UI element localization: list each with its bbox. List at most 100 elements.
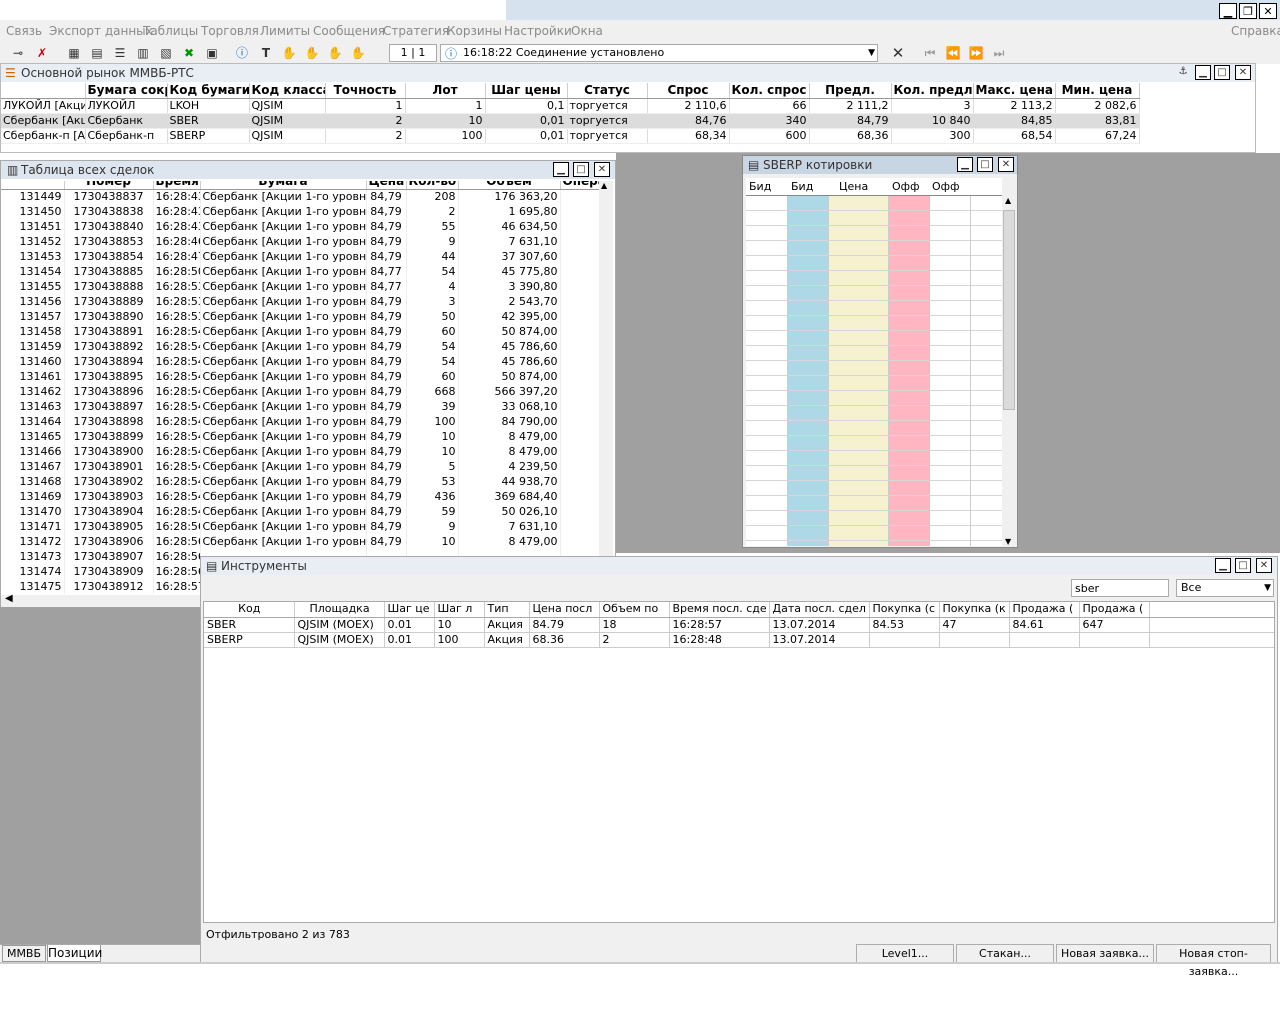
col-header-code[interactable]: Код бумаги [167, 83, 250, 99]
hand-disabled-icon[interactable]: ✋ [304, 45, 320, 61]
orders-icon[interactable]: ☰ [112, 45, 128, 61]
hands-disabled-icon[interactable]: ✋ [327, 45, 343, 61]
menu-item-help[interactable]: Справка [1231, 24, 1280, 38]
col-header-venue[interactable]: Площадка [294, 602, 385, 618]
minimize-icon[interactable]: ▁ [1219, 3, 1237, 19]
order-book-button[interactable]: Стакан... [956, 944, 1054, 964]
col-header-last-price[interactable]: Цена посл [529, 602, 600, 618]
col-header-bid-qty[interactable]: Кол. спрос [729, 83, 810, 99]
col-header-id[interactable] [1, 181, 65, 190]
quotes-icon[interactable]: ▤ [89, 45, 105, 61]
scroll-up-icon[interactable]: ▲ [601, 181, 607, 190]
deals-icon[interactable]: ▥ [135, 45, 151, 61]
col-header-bid[interactable]: Спрос [647, 83, 730, 99]
minimize-icon[interactable]: ▁ [1215, 558, 1231, 573]
disconnect-icon[interactable]: ✗ [34, 45, 50, 61]
minimize-icon[interactable]: ▁ [553, 162, 569, 177]
scroll-thumb[interactable] [1003, 210, 1015, 410]
maximize-icon[interactable]: □ [573, 162, 589, 177]
deal-row[interactable]: 131455 1730438888 16:28:53 Сбербанк [Акции … [1, 279, 599, 294]
deal-row[interactable]: 131468 1730438902 16:28:54 Сбербанк [Акции … [1, 474, 599, 489]
first-icon[interactable]: ⏮ [922, 45, 938, 61]
market-row[interactable]: Сбербанк [АкциСбербанкSBERQJSIM2100,01то… [1, 113, 1140, 129]
scroll-down-icon[interactable]: ▼ [1005, 537, 1011, 546]
anchor-icon[interactable]: ⚓ [1175, 65, 1191, 80]
tab-positions[interactable]: Позиции [47, 945, 102, 962]
col-header-short[interactable]: Бумага сокр. [85, 83, 168, 99]
hand-icon[interactable]: ✋ [281, 45, 297, 61]
col-header-max[interactable]: Макс. цена [973, 83, 1056, 99]
new-stop-order-button[interactable]: Новая стоп-заявка... [1156, 944, 1271, 978]
menu-item-windows[interactable]: Окна [571, 24, 603, 38]
col-header-lot-step[interactable]: Шаг л [434, 602, 485, 618]
col-header-last-time[interactable]: Время посл. сде [669, 602, 770, 618]
restore-icon[interactable]: ❐ [1239, 3, 1257, 19]
col-header-min[interactable]: Мин. цена [1055, 83, 1140, 99]
maximize-icon[interactable]: □ [977, 157, 993, 172]
col-header-buy-qty[interactable]: Покупка (к [939, 602, 1010, 618]
col-header-sell-qty[interactable]: Продажа ( [1079, 602, 1150, 618]
deal-row[interactable]: 131470 1730438904 16:28:54 Сбербанк [Акции … [1, 504, 599, 519]
deal-row[interactable]: 131463 1730438897 16:28:54 Сбербанк [Акции … [1, 399, 599, 414]
col-header-lot[interactable]: Лот [405, 83, 486, 99]
col-header-sell-price[interactable]: Продажа ( [1009, 602, 1080, 618]
instrument-row[interactable]: SBER QJSIM (MOEX) 0.01 10 Акция 84.79 18 16:28:… [204, 617, 1274, 633]
next-icon[interactable]: ⏩ [968, 45, 984, 61]
deal-row[interactable]: 131457 1730438890 16:28:53 Сбербанк [Акции … [1, 309, 599, 324]
menu-item-tables[interactable]: Таблицы [143, 24, 198, 38]
col-header-security[interactable]: Бумага [200, 181, 367, 190]
deal-row[interactable]: 131469 1730438903 16:28:54 Сбербанк [Акции … [1, 489, 599, 504]
deals-vertical-scrollbar[interactable]: ▲ [599, 181, 613, 597]
new-order-button[interactable]: Новая заявка... [1056, 944, 1154, 964]
col-header-type[interactable]: Тип [484, 602, 530, 618]
deal-row[interactable]: 131450 1730438838 16:28:43 Сбербанк [Акции … [1, 204, 599, 219]
menu-item-connection[interactable]: Связь [6, 24, 42, 38]
col-header-buy-price[interactable]: Покупка (c [869, 602, 940, 618]
clear-icon[interactable]: ✕ [890, 45, 906, 61]
stop-hand-icon[interactable]: ✋ [350, 45, 366, 61]
col-header-time[interactable]: Время [153, 181, 201, 190]
instrument-type-select[interactable]: Все ▼ [1176, 579, 1274, 597]
table-icon[interactable]: ▦ [66, 45, 82, 61]
col-header-last-volume[interactable]: Объем по [599, 602, 670, 618]
col-header-price[interactable]: Цена [366, 181, 407, 190]
deal-row[interactable]: 131456 1730438889 16:28:53 Сбербанк [Акции … [1, 294, 599, 309]
menu-item-limits[interactable]: Лимиты [260, 24, 310, 38]
menu-item-strategy[interactable]: Стратегия [383, 24, 449, 38]
menu-item-settings[interactable]: Настройки [504, 24, 572, 38]
chart-icon[interactable]: ▧ [158, 45, 174, 61]
col-header-price-step[interactable]: Шаг це [384, 602, 435, 618]
col-header-number[interactable]: Номер [64, 181, 154, 190]
col-header-offer[interactable]: Предл. [809, 83, 892, 99]
deal-row[interactable]: 131451 1730438840 16:28:43 Сбербанк [Акции … [1, 219, 599, 234]
text-icon[interactable]: T [258, 45, 274, 61]
deal-row[interactable]: 131472 1730438906 16:28:56 Сбербанк [Акции … [1, 534, 599, 549]
deal-row[interactable]: 131458 1730438891 16:28:54 Сбербанк [Акции … [1, 324, 599, 339]
last-icon[interactable]: ⏭ [991, 45, 1007, 61]
col-header-step[interactable]: Шаг цены [485, 83, 568, 99]
deal-row[interactable]: 131471 1730438905 16:28:56 Сбербанк [Акции … [1, 519, 599, 534]
deal-row[interactable]: 131461 1730438895 16:28:54 Сбербанк [Акции … [1, 369, 599, 384]
col-header-operation[interactable]: Опера [560, 181, 599, 190]
market-row[interactable]: ЛУКОЙЛ [АкцииЛУКОЙЛLKOHQJSIM110,1торгует… [1, 98, 1140, 114]
tab-micex[interactable]: ММВБ [2, 945, 46, 962]
col-header-class[interactable]: Код класса [249, 83, 326, 99]
col-header-qty[interactable]: Кол-во [406, 181, 459, 190]
deal-row[interactable]: 131460 1730438894 16:28:54 Сбербанк [Акции … [1, 354, 599, 369]
maximize-icon[interactable]: □ [1235, 558, 1251, 573]
col-header-name[interactable] [1, 83, 86, 99]
deal-row[interactable]: 131465 1730438899 16:28:54 Сбербанк [Акции … [1, 429, 599, 444]
col-header-status[interactable]: Статус [567, 83, 648, 99]
col-header-last-date[interactable]: Дата посл. сдел [769, 602, 870, 618]
deal-row[interactable]: 131454 1730438885 16:28:50 Сбербанк [Акции … [1, 264, 599, 279]
cancel-orders-icon[interactable]: ✖ [181, 45, 197, 61]
level1-button[interactable]: Level1... [856, 944, 954, 964]
minimize-icon[interactable]: ▁ [957, 157, 973, 172]
chevron-down-icon[interactable]: ▼ [868, 45, 875, 61]
menu-item-trading[interactable]: Торговля [201, 24, 259, 38]
close-icon[interactable]: ✕ [1256, 558, 1272, 573]
deal-row[interactable]: 131462 1730438896 16:28:54 Сбербанк [Акции … [1, 384, 599, 399]
deal-row[interactable]: 131453 1730438854 16:28:47 Сбербанк [Акции … [1, 249, 599, 264]
close-icon[interactable]: ✕ [1235, 65, 1251, 80]
deal-row[interactable]: 131459 1730438892 16:28:54 Сбербанк [Акции … [1, 339, 599, 354]
